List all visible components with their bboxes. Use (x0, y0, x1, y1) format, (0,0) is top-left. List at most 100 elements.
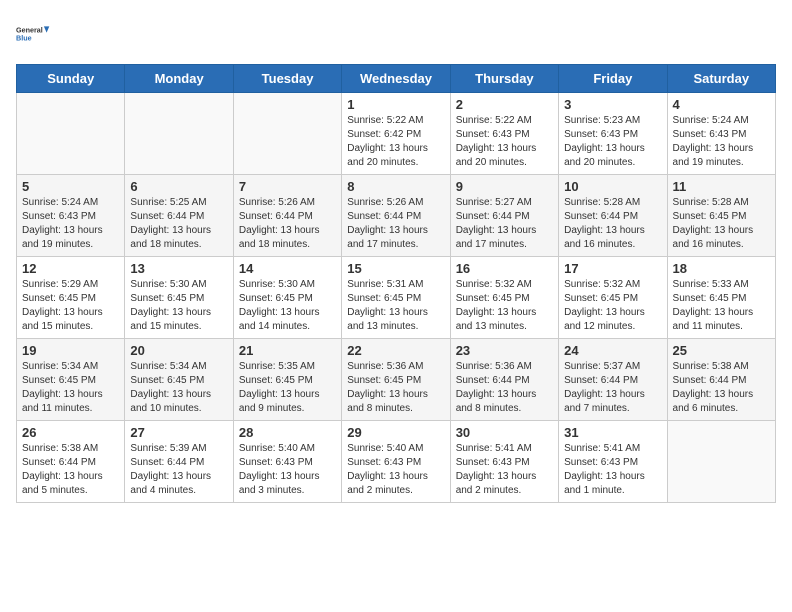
page-header: GeneralBlue (16, 16, 776, 52)
day-number: 3 (564, 97, 661, 112)
svg-text:General: General (16, 26, 43, 35)
day-info: Sunrise: 5:38 AM Sunset: 6:44 PM Dayligh… (673, 360, 770, 416)
calendar-cell: 29 Sunrise: 5:40 AM Sunset: 6:43 PM Dayli… (342, 421, 450, 503)
calendar-cell: 17Sunrise: 5:32 AM Sunset: 6:45 PM Dayli… (559, 257, 667, 339)
calendar-cell: 26Sunrise: 5:38 AM Sunset: 6:44 PM Dayli… (17, 421, 125, 503)
weekday-header-monday: Monday (125, 65, 233, 93)
day-number: 2 (456, 97, 553, 112)
day-info: Sunrise: 5:28 AM Sunset: 6:44 PM Dayligh… (564, 196, 661, 252)
calendar-week-4: 19 Sunrise: 5:34 AM Sunset: 6:45 PM Dayli… (17, 339, 776, 421)
day-number: 15 (347, 261, 444, 276)
day-number: 28 (239, 425, 336, 440)
day-number: 14 (239, 261, 336, 276)
calendar-cell: 18 Sunrise: 5:33 AM Sunset: 6:45 PM Dayli… (667, 257, 775, 339)
day-info: Sunrise: 5:34 AM Sunset: 6:45 PM Dayligh… (22, 360, 119, 416)
calendar-cell: 30Sunrise: 5:41 AM Sunset: 6:43 PM Dayli… (450, 421, 558, 503)
day-info: Sunrise: 5:26 AM Sunset: 6:44 PM Dayligh… (347, 196, 444, 252)
day-info: Sunrise: 5:26 AM Sunset: 6:44 PM Dayligh… (239, 196, 336, 252)
calendar-cell (17, 93, 125, 175)
day-number: 30 (456, 425, 553, 440)
day-number: 8 (347, 179, 444, 194)
weekday-header-row: SundayMondayTuesdayWednesdayThursdayFrid… (17, 65, 776, 93)
calendar-cell: 31 Sunrise: 5:41 AM Sunset: 6:43 PM Dayli… (559, 421, 667, 503)
calendar-cell: 14 Sunrise: 5:30 AM Sunset: 6:45 PM Dayli… (233, 257, 341, 339)
calendar-week-1: 1Sunrise: 5:22 AM Sunset: 6:42 PM Daylig… (17, 93, 776, 175)
weekday-header-tuesday: Tuesday (233, 65, 341, 93)
calendar-cell: 20Sunrise: 5:34 AM Sunset: 6:45 PM Dayli… (125, 339, 233, 421)
calendar-cell: 11 Sunrise: 5:28 AM Sunset: 6:45 PM Dayli… (667, 175, 775, 257)
day-number: 23 (456, 343, 553, 358)
day-info: Sunrise: 5:35 AM Sunset: 6:45 PM Dayligh… (239, 360, 336, 416)
day-info: Sunrise: 5:22 AM Sunset: 6:43 PM Dayligh… (456, 114, 553, 170)
day-info: Sunrise: 5:40 AM Sunset: 6:43 PM Dayligh… (239, 442, 336, 498)
calendar-cell: 22 Sunrise: 5:36 AM Sunset: 6:45 PM Dayli… (342, 339, 450, 421)
day-info: Sunrise: 5:30 AM Sunset: 6:45 PM Dayligh… (239, 278, 336, 334)
calendar-cell: 1Sunrise: 5:22 AM Sunset: 6:42 PM Daylig… (342, 93, 450, 175)
calendar-table: SundayMondayTuesdayWednesdayThursdayFrid… (16, 64, 776, 503)
weekday-header-friday: Friday (559, 65, 667, 93)
calendar-cell: 4Sunrise: 5:24 AM Sunset: 6:43 PM Daylig… (667, 93, 775, 175)
day-number: 21 (239, 343, 336, 358)
day-number: 9 (456, 179, 553, 194)
day-number: 19 (22, 343, 119, 358)
calendar-cell (125, 93, 233, 175)
day-info: Sunrise: 5:28 AM Sunset: 6:45 PM Dayligh… (673, 196, 770, 252)
svg-text:Blue: Blue (16, 34, 32, 43)
day-number: 20 (130, 343, 227, 358)
day-number: 24 (564, 343, 661, 358)
calendar-cell: 12Sunrise: 5:29 AM Sunset: 6:45 PM Dayli… (17, 257, 125, 339)
day-info: Sunrise: 5:23 AM Sunset: 6:43 PM Dayligh… (564, 114, 661, 170)
calendar-cell (667, 421, 775, 503)
day-info: Sunrise: 5:27 AM Sunset: 6:44 PM Dayligh… (456, 196, 553, 252)
weekday-header-saturday: Saturday (667, 65, 775, 93)
calendar-cell (233, 93, 341, 175)
day-info: Sunrise: 5:31 AM Sunset: 6:45 PM Dayligh… (347, 278, 444, 334)
day-info: Sunrise: 5:33 AM Sunset: 6:45 PM Dayligh… (673, 278, 770, 334)
calendar-cell: 5Sunrise: 5:24 AM Sunset: 6:43 PM Daylig… (17, 175, 125, 257)
calendar-cell: 24 Sunrise: 5:37 AM Sunset: 6:44 PM Dayli… (559, 339, 667, 421)
day-info: Sunrise: 5:25 AM Sunset: 6:44 PM Dayligh… (130, 196, 227, 252)
day-number: 29 (347, 425, 444, 440)
day-info: Sunrise: 5:40 AM Sunset: 6:43 PM Dayligh… (347, 442, 444, 498)
calendar-week-3: 12Sunrise: 5:29 AM Sunset: 6:45 PM Dayli… (17, 257, 776, 339)
calendar-cell: 10 Sunrise: 5:28 AM Sunset: 6:44 PM Dayli… (559, 175, 667, 257)
day-info: Sunrise: 5:39 AM Sunset: 6:44 PM Dayligh… (130, 442, 227, 498)
calendar-week-5: 26Sunrise: 5:38 AM Sunset: 6:44 PM Dayli… (17, 421, 776, 503)
day-info: Sunrise: 5:24 AM Sunset: 6:43 PM Dayligh… (673, 114, 770, 170)
calendar-cell: 28 Sunrise: 5:40 AM Sunset: 6:43 PM Dayli… (233, 421, 341, 503)
calendar-week-2: 5Sunrise: 5:24 AM Sunset: 6:43 PM Daylig… (17, 175, 776, 257)
calendar-cell: 6 Sunrise: 5:25 AM Sunset: 6:44 PM Daylig… (125, 175, 233, 257)
day-number: 31 (564, 425, 661, 440)
day-number: 13 (130, 261, 227, 276)
calendar-cell: 2 Sunrise: 5:22 AM Sunset: 6:43 PM Daylig… (450, 93, 558, 175)
calendar-cell: 27Sunrise: 5:39 AM Sunset: 6:44 PM Dayli… (125, 421, 233, 503)
weekday-header-wednesday: Wednesday (342, 65, 450, 93)
day-number: 6 (130, 179, 227, 194)
day-info: Sunrise: 5:41 AM Sunset: 6:43 PM Dayligh… (564, 442, 661, 498)
day-info: Sunrise: 5:36 AM Sunset: 6:44 PM Dayligh… (456, 360, 553, 416)
day-info: Sunrise: 5:37 AM Sunset: 6:44 PM Dayligh… (564, 360, 661, 416)
day-number: 17 (564, 261, 661, 276)
calendar-cell: 25 Sunrise: 5:38 AM Sunset: 6:44 PM Dayli… (667, 339, 775, 421)
day-info: Sunrise: 5:36 AM Sunset: 6:45 PM Dayligh… (347, 360, 444, 416)
day-number: 22 (347, 343, 444, 358)
day-number: 7 (239, 179, 336, 194)
weekday-header-sunday: Sunday (17, 65, 125, 93)
calendar-cell: 16Sunrise: 5:32 AM Sunset: 6:45 PM Dayli… (450, 257, 558, 339)
calendar-cell: 3 Sunrise: 5:23 AM Sunset: 6:43 PM Daylig… (559, 93, 667, 175)
calendar-cell: 13Sunrise: 5:30 AM Sunset: 6:45 PM Dayli… (125, 257, 233, 339)
day-number: 26 (22, 425, 119, 440)
day-info: Sunrise: 5:22 AM Sunset: 6:42 PM Dayligh… (347, 114, 444, 170)
calendar-cell: 15 Sunrise: 5:31 AM Sunset: 6:45 PM Dayli… (342, 257, 450, 339)
calendar-cell: 9 Sunrise: 5:27 AM Sunset: 6:44 PM Daylig… (450, 175, 558, 257)
day-info: Sunrise: 5:29 AM Sunset: 6:45 PM Dayligh… (22, 278, 119, 334)
day-number: 10 (564, 179, 661, 194)
logo-icon: GeneralBlue (16, 16, 52, 52)
day-number: 18 (673, 261, 770, 276)
calendar-cell: 8 Sunrise: 5:26 AM Sunset: 6:44 PM Daylig… (342, 175, 450, 257)
calendar-cell: 23 Sunrise: 5:36 AM Sunset: 6:44 PM Dayli… (450, 339, 558, 421)
day-number: 16 (456, 261, 553, 276)
day-number: 11 (673, 179, 770, 194)
day-number: 25 (673, 343, 770, 358)
calendar-cell: 7 Sunrise: 5:26 AM Sunset: 6:44 PM Daylig… (233, 175, 341, 257)
